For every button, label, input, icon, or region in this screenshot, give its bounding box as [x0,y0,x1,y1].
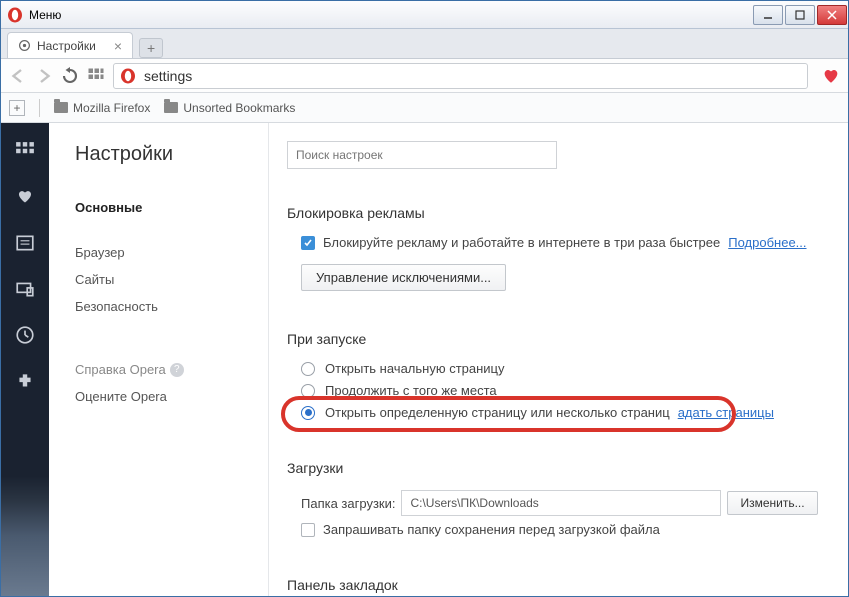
url-input[interactable] [144,68,801,84]
bookmark-folder[interactable]: Mozilla Firefox [54,101,150,115]
checkbox-unchecked-icon[interactable] [301,523,315,537]
tab-strip: Настройки × + [1,29,848,59]
speed-dial-icon[interactable] [15,141,35,161]
speed-dial-button[interactable] [87,67,105,85]
nav-toolbar [1,59,848,93]
manage-exceptions-button[interactable]: Управление исключениями... [301,264,506,291]
left-rail [1,123,49,596]
divider [39,99,40,117]
gear-icon [18,39,31,52]
radio-icon[interactable] [301,362,315,376]
download-folder-label: Папка загрузки: [301,496,395,511]
download-folder-input[interactable] [401,490,721,516]
folder-icon [54,102,68,113]
help-icon: ? [170,363,184,377]
tab-title: Настройки [37,39,96,53]
sidebar-item-browser[interactable]: Браузер [75,239,268,266]
checkbox-checked-icon[interactable] [301,236,315,250]
minimize-button[interactable] [753,5,783,25]
rail-background-image [1,476,49,596]
section-adblock-title: Блокировка рекламы [287,205,824,221]
opera-logo-icon [7,7,23,23]
bookmarks-bar: + Mozilla Firefox Unsorted Bookmarks [1,93,848,123]
reload-button[interactable] [61,67,79,85]
window-titlebar: Меню [1,1,848,29]
sidebar-item-security[interactable]: Безопасность [75,293,268,320]
startup-option-specific[interactable]: Открыть определенную страницу или нескол… [301,405,824,420]
menu-label[interactable]: Меню [29,8,61,22]
history-icon[interactable] [15,325,35,345]
bookmarks-icon[interactable] [15,187,35,207]
search-settings-input[interactable] [287,141,557,169]
heart-icon[interactable] [822,67,840,85]
radio-icon[interactable] [301,384,315,398]
new-tab-button[interactable]: + [139,38,163,58]
section-downloads-title: Загрузки [287,460,824,476]
settings-sidebar: Настройки Основные Браузер Сайты Безопас… [49,123,269,596]
add-bookmark-button[interactable]: + [9,100,25,116]
ask-folder-checkbox-row[interactable]: Запрашивать папку сохранения перед загру… [301,522,824,537]
extensions-icon[interactable] [15,371,35,391]
sidebar-item-rate[interactable]: Оцените Opera [75,383,268,410]
address-bar[interactable] [113,63,808,89]
bookmark-folder[interactable]: Unsorted Bookmarks [164,101,295,115]
forward-button[interactable] [35,67,53,85]
close-button[interactable] [817,5,847,25]
sidebar-item-help[interactable]: Справка Opera? [75,356,268,383]
maximize-button[interactable] [785,5,815,25]
opera-page-icon [120,68,136,84]
set-pages-link[interactable]: адать страницы [678,405,774,420]
section-startup-title: При запуске [287,331,824,347]
startup-option-home[interactable]: Открыть начальную страницу [301,361,824,376]
section-bookmarks-panel-title: Панель закладок [287,577,824,593]
sync-icon[interactable] [15,279,35,299]
sidebar-item-basic[interactable]: Основные [75,194,268,221]
back-button[interactable] [9,67,27,85]
page-title: Настройки [75,143,268,166]
adblock-checkbox-row[interactable]: Блокируйте рекламу и работайте в интерне… [301,235,824,250]
settings-content: Блокировка рекламы Блокируйте рекламу и … [269,123,848,596]
sidebar-item-sites[interactable]: Сайты [75,266,268,293]
tab-close-icon[interactable]: × [114,39,122,53]
news-icon[interactable] [15,233,35,253]
folder-icon [164,102,178,113]
radio-checked-icon[interactable] [301,406,315,420]
tab-settings[interactable]: Настройки × [7,32,133,58]
change-folder-button[interactable]: Изменить... [727,491,817,515]
learn-more-link[interactable]: Подробнее... [728,235,806,250]
startup-option-continue[interactable]: Продолжить с того же места [301,383,824,398]
